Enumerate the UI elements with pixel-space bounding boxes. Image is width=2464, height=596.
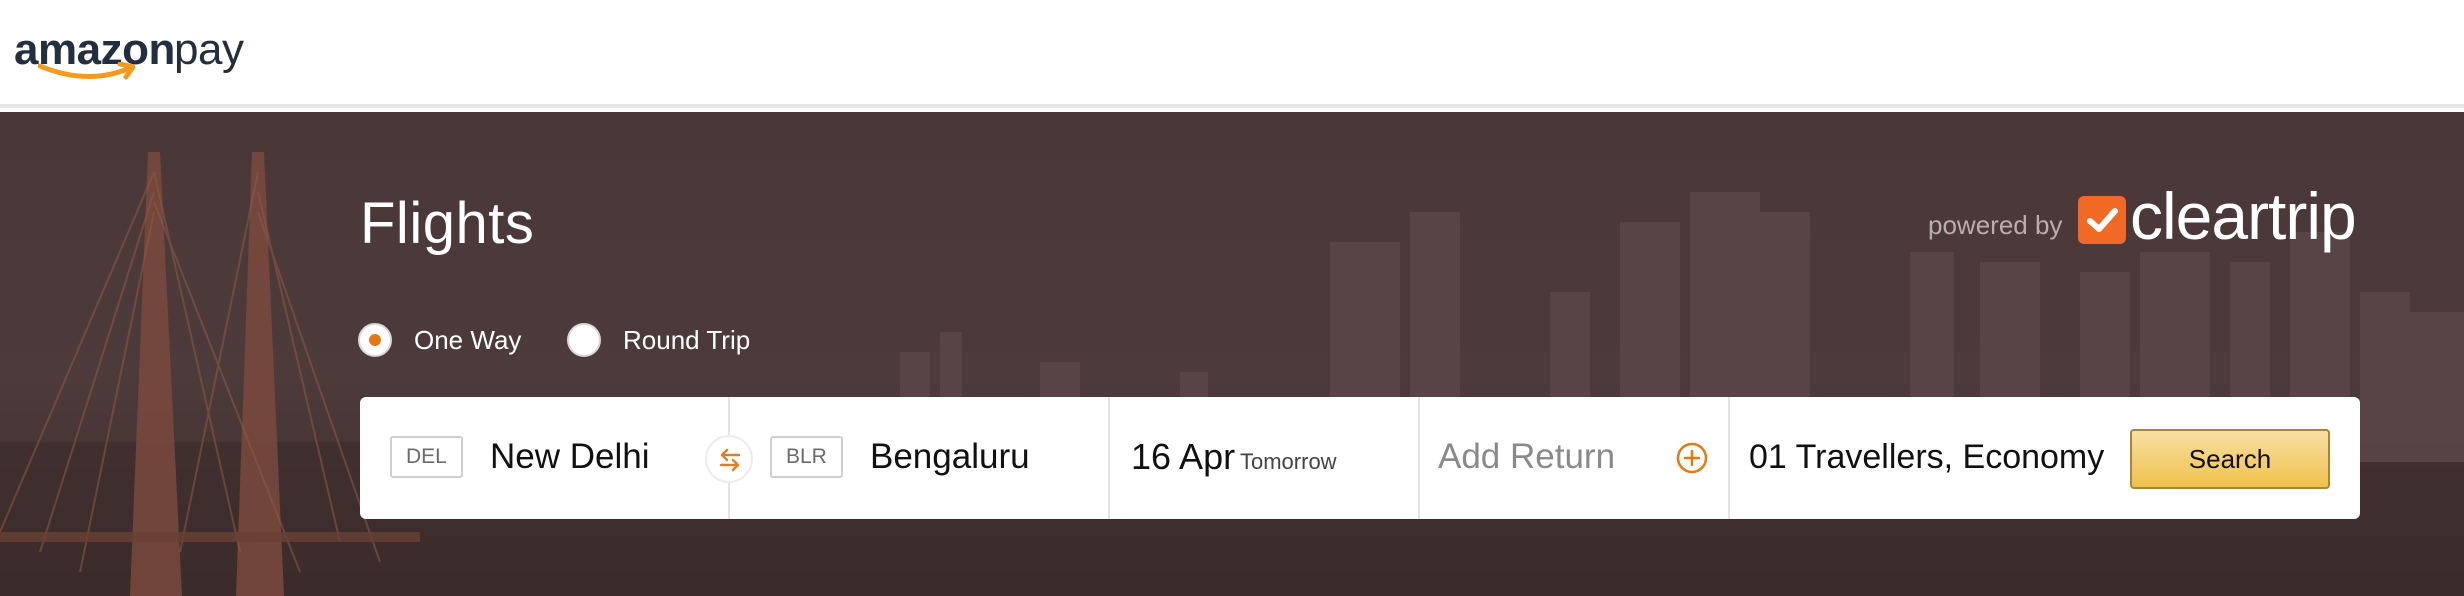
from-city: New Delhi bbox=[490, 437, 650, 476]
divider bbox=[1728, 397, 1730, 519]
page-title: Flights bbox=[360, 191, 535, 256]
from-airport-code: DEL bbox=[390, 436, 463, 478]
flights-hero-banner: Flights powered by cleartrip One Way Rou… bbox=[0, 112, 2464, 596]
depart-date: 16 Apr bbox=[1131, 436, 1236, 477]
to-city: Bengaluru bbox=[870, 437, 1030, 476]
trip-type-round-trip[interactable]: Round Trip bbox=[567, 322, 750, 358]
flight-search-bar: DEL New Delhi BLR Bengaluru 16 Apr Tomor… bbox=[360, 397, 2360, 519]
add-return-label[interactable]: Add Return bbox=[1438, 433, 1615, 481]
from-field[interactable]: DEL New Delhi bbox=[360, 397, 728, 519]
radio-round-trip[interactable] bbox=[567, 323, 601, 357]
logo-pay-text: pay bbox=[174, 25, 244, 74]
to-field[interactable]: BLR Bengaluru bbox=[730, 397, 1108, 519]
trip-type-one-way[interactable]: One Way bbox=[358, 322, 521, 358]
search-button[interactable]: Search bbox=[2130, 429, 2330, 489]
round-trip-label: Round Trip bbox=[623, 324, 751, 355]
top-bar: amazon pay bbox=[0, 0, 2464, 108]
smile-arrow-icon bbox=[38, 62, 136, 80]
radio-one-way[interactable] bbox=[358, 323, 392, 357]
one-way-label: One Way bbox=[414, 324, 522, 355]
to-airport-code: BLR bbox=[770, 436, 843, 478]
partner-logo-text: cleartrip bbox=[2130, 179, 2357, 253]
amazon-pay-logo[interactable]: amazon pay bbox=[14, 22, 254, 82]
powered-by-label: powered by bbox=[1928, 210, 2063, 240]
plus-circle-icon[interactable] bbox=[1675, 441, 1709, 475]
checkmark-icon bbox=[2078, 196, 2126, 244]
depart-date-hint: Tomorrow bbox=[1240, 449, 1337, 474]
travellers-class-selector[interactable]: 01 Travellers, Economy bbox=[1749, 433, 2104, 481]
